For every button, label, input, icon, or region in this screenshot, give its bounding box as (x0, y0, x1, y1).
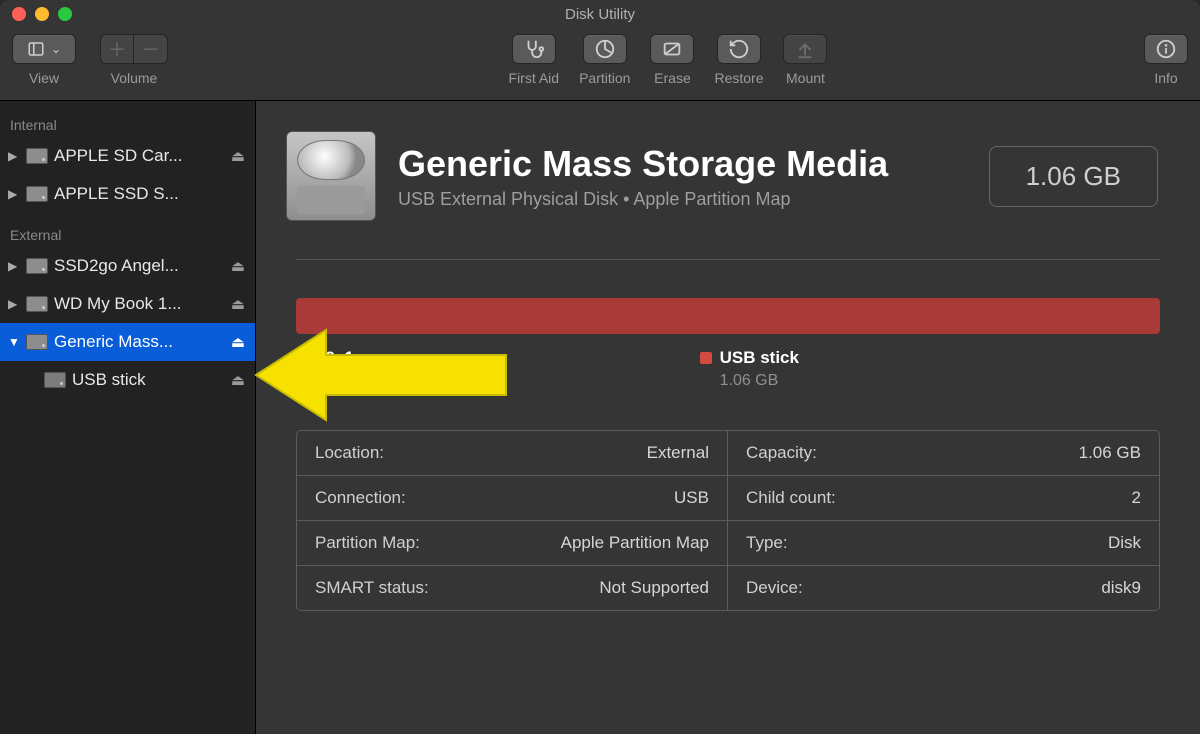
partition-legend: k9s1 32 KB USB stick 1.06 GB (296, 348, 1160, 390)
mount-icon (794, 38, 816, 60)
sidebar-section-internal: Internal (0, 111, 255, 137)
chevron-down-icon: ⌄ (51, 42, 61, 56)
disk-size-badge: 1.06 GB (989, 146, 1158, 207)
pie-icon (594, 38, 616, 60)
erase-button[interactable] (650, 34, 694, 64)
detail-row-capacity: Capacity:1.06 GB (728, 431, 1159, 476)
first-aid-button[interactable] (512, 34, 556, 64)
detail-row-type: Type:Disk (728, 521, 1159, 566)
volume-icon (44, 372, 66, 388)
mount-button[interactable] (783, 34, 827, 64)
detail-row-location: Location:External (297, 431, 728, 476)
restore-label: Restore (714, 70, 763, 86)
add-volume-button[interactable]: ＋ (100, 34, 134, 64)
disclosure-triangle-icon[interactable]: ▶ (8, 149, 20, 163)
drive-icon (26, 186, 48, 202)
disclosure-triangle-icon[interactable]: ▼ (8, 335, 20, 349)
eject-icon[interactable]: ⏏ (231, 257, 245, 275)
sidebar-item-label: APPLE SSD S... (54, 184, 255, 204)
sidebar-item-label: SSD2go Angel... (54, 256, 225, 276)
sidebar-disk-apple-sd[interactable]: ▶ APPLE SD Car... ⏏ (0, 137, 255, 175)
detail-row-smart: SMART status:Not Supported (297, 566, 728, 610)
volume-segmented: ＋ － (100, 34, 168, 64)
partition-label: Partition (579, 70, 630, 86)
info-icon (1155, 38, 1177, 60)
minimize-window-button[interactable] (35, 7, 49, 21)
eject-icon[interactable]: ⏏ (231, 147, 245, 165)
sidebar: Internal ▶ APPLE SD Car... ⏏ ▶ APPLE SSD… (0, 101, 256, 734)
info-button[interactable] (1144, 34, 1188, 64)
drive-icon (26, 258, 48, 274)
sidebar-disk-apple-ssd[interactable]: ▶ APPLE SSD S... (0, 175, 255, 213)
toolbar: ⌄ View ＋ － Volume First Aid Partition (0, 28, 1200, 101)
zoom-window-button[interactable] (58, 7, 72, 21)
disk-subtitle: USB External Physical Disk • Apple Parti… (398, 189, 967, 210)
eject-icon[interactable]: ⏏ (231, 333, 245, 351)
erase-icon (661, 38, 683, 60)
info-label: Info (1154, 70, 1177, 86)
content-pane: Generic Mass Storage Media USB External … (256, 101, 1200, 734)
detail-row-partition-map: Partition Map:Apple Partition Map (297, 521, 728, 566)
detail-row-child-count: Child count:2 (728, 476, 1159, 521)
legend-name: k9s1 (316, 348, 354, 368)
close-window-button[interactable] (12, 7, 26, 21)
restore-icon (728, 38, 750, 60)
restore-button[interactable] (717, 34, 761, 64)
disclosure-triangle-icon[interactable]: ▶ (8, 297, 20, 311)
sidebar-item-label: Generic Mass... (54, 332, 225, 352)
disclosure-triangle-icon[interactable]: ▶ (8, 259, 20, 273)
detail-row-device: Device:disk9 (728, 566, 1159, 610)
view-button[interactable]: ⌄ (12, 34, 76, 64)
sidebar-section-external: External (0, 221, 255, 247)
detail-row-connection: Connection:USB (297, 476, 728, 521)
window-title: Disk Utility (565, 6, 635, 23)
legend-swatch-icon (700, 352, 712, 364)
view-label: View (29, 70, 59, 86)
sidebar-item-label: USB stick (72, 370, 225, 390)
eject-icon[interactable]: ⏏ (231, 371, 245, 389)
drive-icon (26, 334, 48, 350)
erase-label: Erase (654, 70, 691, 86)
disk-hero-icon (286, 131, 376, 221)
sidebar-disk-generic-mass[interactable]: ▼ Generic Mass... ⏏ (0, 323, 255, 361)
first-aid-label: First Aid (509, 70, 560, 86)
legend-size: 1.06 GB (720, 372, 799, 390)
sidebar-volume-usb-stick[interactable]: USB stick ⏏ (0, 361, 255, 399)
sidebar-disk-ssd2go[interactable]: ▶ SSD2go Angel... ⏏ (0, 247, 255, 285)
stethoscope-icon (523, 38, 545, 60)
sidebar-item-label: WD My Book 1... (54, 294, 225, 314)
mount-label: Mount (786, 70, 825, 86)
eject-icon[interactable]: ⏏ (231, 295, 245, 313)
drive-icon (26, 148, 48, 164)
disk-details-table: Location:External Capacity:1.06 GB Conne… (296, 430, 1160, 611)
disclosure-triangle-icon[interactable]: ▶ (8, 187, 20, 201)
partition-button[interactable] (583, 34, 627, 64)
disk-title: Generic Mass Storage Media (398, 143, 967, 185)
volume-label: Volume (111, 70, 158, 86)
titlebar: Disk Utility (0, 0, 1200, 28)
legend-name: USB stick (720, 348, 799, 368)
sidebar-disk-wd-my-book[interactable]: ▶ WD My Book 1... ⏏ (0, 285, 255, 323)
remove-volume-button[interactable]: － (134, 34, 168, 64)
legend-size: 32 KB (316, 372, 360, 390)
sidebar-item-label: APPLE SD Car... (54, 146, 225, 166)
divider (296, 259, 1160, 260)
legend-item-partition-2: USB stick 1.06 GB (700, 348, 799, 390)
partition-usage-bar[interactable] (296, 298, 1160, 334)
legend-item-partition-1: k9s1 32 KB (296, 348, 360, 390)
legend-swatch-icon (296, 352, 308, 364)
drive-icon (26, 296, 48, 312)
